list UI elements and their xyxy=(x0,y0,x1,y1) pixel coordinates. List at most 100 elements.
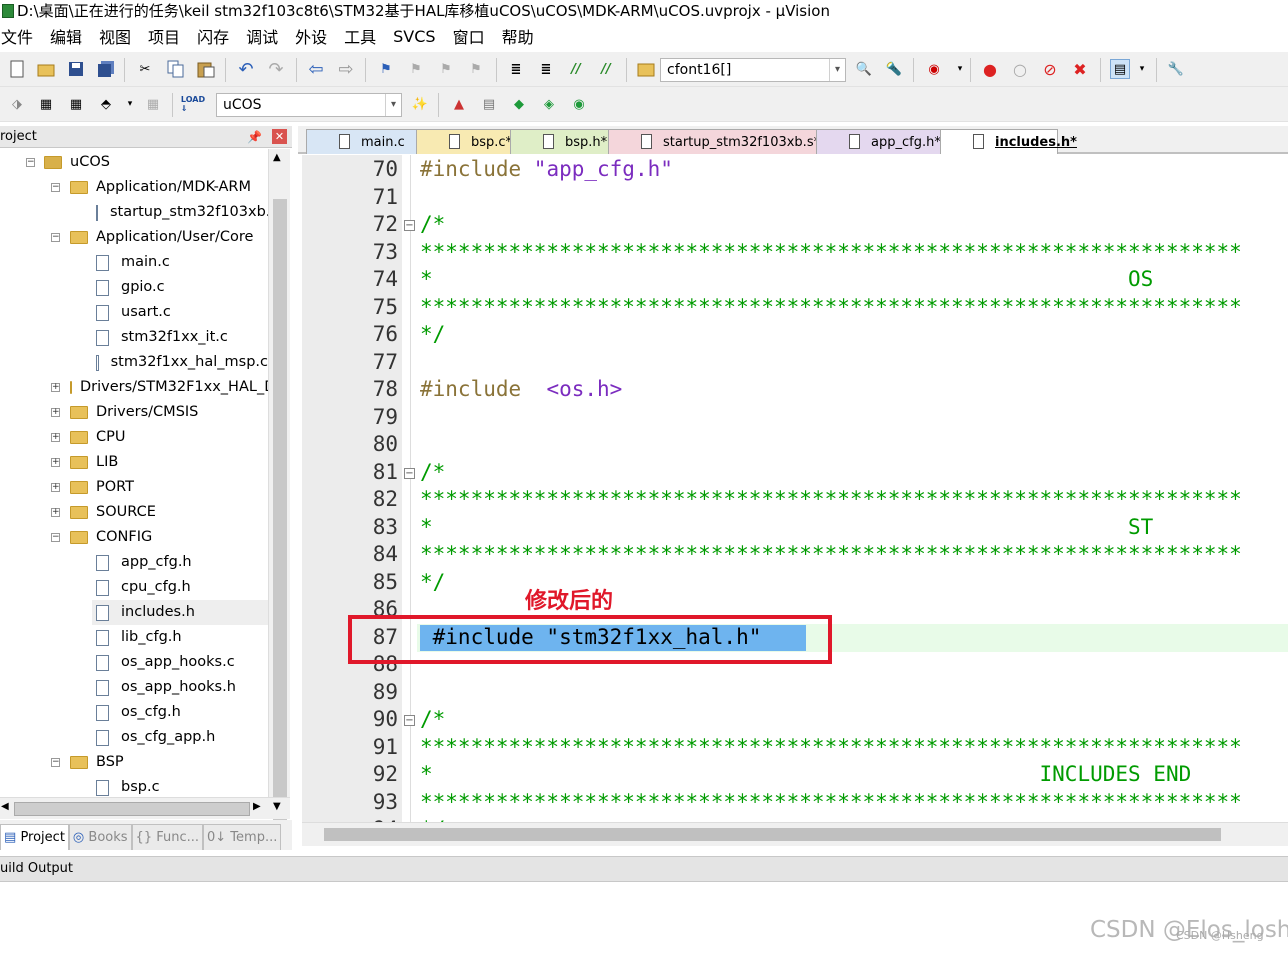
comment-icon[interactable]: // xyxy=(566,59,586,79)
expand-icon[interactable]: + xyxy=(51,383,60,392)
tree-file-item[interactable]: usart.c xyxy=(96,300,268,325)
tree-folder-item[interactable]: uCOS xyxy=(44,150,268,175)
tree-file-item[interactable]: lib_cfg.h xyxy=(96,625,268,650)
scrollbar-thumb[interactable] xyxy=(324,828,1221,841)
bookmark-icon[interactable]: ⚑ xyxy=(376,59,396,79)
scroll-down-icon[interactable]: ▼ xyxy=(273,801,281,812)
close-icon[interactable]: ✕ xyxy=(272,129,287,144)
incremental-find-icon[interactable]: 🔦 xyxy=(884,59,904,79)
menu-help[interactable]: 帮助 xyxy=(502,24,542,48)
tab-functions[interactable]: {} Func... xyxy=(131,824,204,850)
expand-icon[interactable]: + xyxy=(51,508,60,517)
save-icon[interactable] xyxy=(66,59,86,79)
tree-folder-item[interactable]: CONFIG xyxy=(70,525,268,550)
tab-books[interactable]: ◎ Books xyxy=(68,824,132,850)
open-file-icon[interactable] xyxy=(36,59,56,79)
undo-icon[interactable]: ↶ xyxy=(236,59,256,80)
editor-tab[interactable]: bsp.c* xyxy=(416,129,512,154)
menu-view[interactable]: 视图 xyxy=(99,24,139,48)
tree-folder-item[interactable]: Drivers/CMSIS xyxy=(70,400,268,425)
disable-breakpoint-icon[interactable]: ○ xyxy=(1010,59,1030,79)
expand-icon[interactable]: + xyxy=(51,483,60,492)
chevron-down-icon[interactable]: ▾ xyxy=(829,59,845,81)
window-layout-icon[interactable]: ▤ xyxy=(1110,59,1130,79)
configure-icon[interactable]: 🔧 xyxy=(1166,59,1186,79)
collapse-icon[interactable]: − xyxy=(51,758,60,767)
editor-tab[interactable]: app_cfg.h* xyxy=(816,129,942,154)
save-all-icon[interactable] xyxy=(96,59,116,79)
download-load-icon[interactable]: LOAD ⇓ xyxy=(181,94,205,114)
expand-icon[interactable]: + xyxy=(51,408,60,417)
debug-session-icon[interactable]: ◉ xyxy=(924,59,944,79)
find-in-files-icon[interactable] xyxy=(636,59,656,79)
disable-all-breakpoints-icon[interactable]: ⊘ xyxy=(1040,59,1060,79)
code-editor[interactable]: 70 #include "app_cfg.h" 71 72−/* 73 *********… xyxy=(302,155,1288,822)
breakpoint-icon[interactable]: ● xyxy=(980,59,1000,79)
tree-folder-item[interactable]: LIB xyxy=(70,450,268,475)
target-options-icon[interactable]: ✨ xyxy=(410,94,430,114)
kill-all-breakpoints-icon[interactable]: ✖ xyxy=(1070,59,1090,79)
copy-icon[interactable] xyxy=(166,59,186,79)
editor-tab[interactable]: bsp.h* xyxy=(510,129,610,154)
menu-tools[interactable]: 工具 xyxy=(344,24,384,48)
tree-file-item[interactable]: os_app_hooks.c xyxy=(96,650,268,675)
expand-icon[interactable]: + xyxy=(51,458,60,467)
tree-file-item[interactable]: os_cfg_app.h xyxy=(96,725,268,750)
chevron-down-icon[interactable]: ▾ xyxy=(1132,59,1152,79)
clear-bookmarks-icon[interactable]: ⚑ xyxy=(466,59,486,79)
collapse-icon[interactable]: − xyxy=(51,533,60,542)
batch-build-icon[interactable]: ⬘ xyxy=(96,94,116,114)
scroll-right-icon[interactable]: ▶ xyxy=(253,801,261,812)
tree-file-item[interactable]: stm32f1xx_it.c xyxy=(96,325,268,350)
tree-file-item[interactable]: stm32f1xx_hal_msp.c xyxy=(96,350,268,375)
navigate-forward-icon[interactable]: ⇨ xyxy=(336,59,356,80)
tree-file-item[interactable]: cpu_cfg.h xyxy=(96,575,268,600)
unindent-icon[interactable]: ≣ xyxy=(536,59,556,79)
find-icon[interactable]: 🔍 xyxy=(854,59,874,79)
uncomment-icon[interactable]: // xyxy=(596,59,616,79)
collapse-icon[interactable]: − xyxy=(51,183,60,192)
tree-folder-item[interactable]: SOURCE xyxy=(70,500,268,525)
indent-icon[interactable]: ≣ xyxy=(506,59,526,79)
menu-debug[interactable]: 调试 xyxy=(246,24,286,48)
tree-file-item[interactable]: gpio.c xyxy=(96,275,268,300)
expand-icon[interactable]: + xyxy=(51,433,60,442)
chevron-down-icon[interactable]: ▾ xyxy=(950,59,970,79)
pack-installer-icon[interactable]: ◈ xyxy=(539,94,559,114)
tree-file-item[interactable]: main.c xyxy=(96,250,268,275)
tree-folder-item[interactable]: Drivers/STM32F1xx_HAL_Dr xyxy=(70,375,268,400)
tree-file-item[interactable]: app_cfg.h xyxy=(96,550,268,575)
manage-project-items-icon[interactable]: ▲ xyxy=(449,94,469,114)
tree-file-item[interactable]: os_cfg.h xyxy=(96,700,268,725)
find-combo[interactable]: cfont16[] ▾ xyxy=(660,58,846,82)
project-tree-vertical-scrollbar[interactable]: ▲ xyxy=(268,149,290,849)
pin-icon[interactable]: 📌 xyxy=(247,126,262,148)
scroll-up-icon[interactable]: ▲ xyxy=(273,152,281,163)
event-recorder-icon[interactable]: ◉ xyxy=(569,94,589,114)
tree-file-item[interactable]: bsp.c xyxy=(96,775,268,797)
navigate-back-icon[interactable]: ⇦ xyxy=(306,59,326,80)
menu-flash[interactable]: 闪存 xyxy=(197,24,237,48)
tree-file-item[interactable]: includes.h xyxy=(92,600,268,625)
tree-folder-item[interactable]: Application/MDK-ARM xyxy=(70,175,268,200)
stop-build-icon[interactable]: ▦ xyxy=(143,94,163,114)
redo-icon[interactable]: ↷ xyxy=(266,59,286,80)
tree-file-item[interactable]: startup_stm32f103xb.s xyxy=(96,200,268,225)
collapse-icon[interactable]: − xyxy=(51,233,60,242)
build-icon[interactable]: ▦ xyxy=(36,94,56,114)
editor-tab[interactable]: startup_stm32f103xb.s* xyxy=(608,129,820,154)
new-file-icon[interactable] xyxy=(7,59,27,79)
rebuild-icon[interactable]: ▦ xyxy=(66,94,86,114)
chevron-down-icon[interactable]: ▾ xyxy=(120,94,140,114)
menu-edit[interactable]: 编辑 xyxy=(50,24,90,48)
tab-templates[interactable]: 0↓ Temp... xyxy=(203,824,282,850)
cut-icon[interactable]: ✂ xyxy=(135,59,155,79)
menu-project[interactable]: 项目 xyxy=(148,24,188,48)
fold-icon[interactable]: − xyxy=(404,467,415,479)
menu-peripherals[interactable]: 外设 xyxy=(295,24,335,48)
fold-icon[interactable]: − xyxy=(404,220,415,231)
fold-icon[interactable]: − xyxy=(404,715,415,726)
project-tree-horizontal-scrollbar[interactable]: ◀ ▶ ▼ xyxy=(0,797,290,819)
menu-svcs[interactable]: SVCS xyxy=(393,27,443,46)
editor-horizontal-scrollbar[interactable] xyxy=(302,822,1288,846)
